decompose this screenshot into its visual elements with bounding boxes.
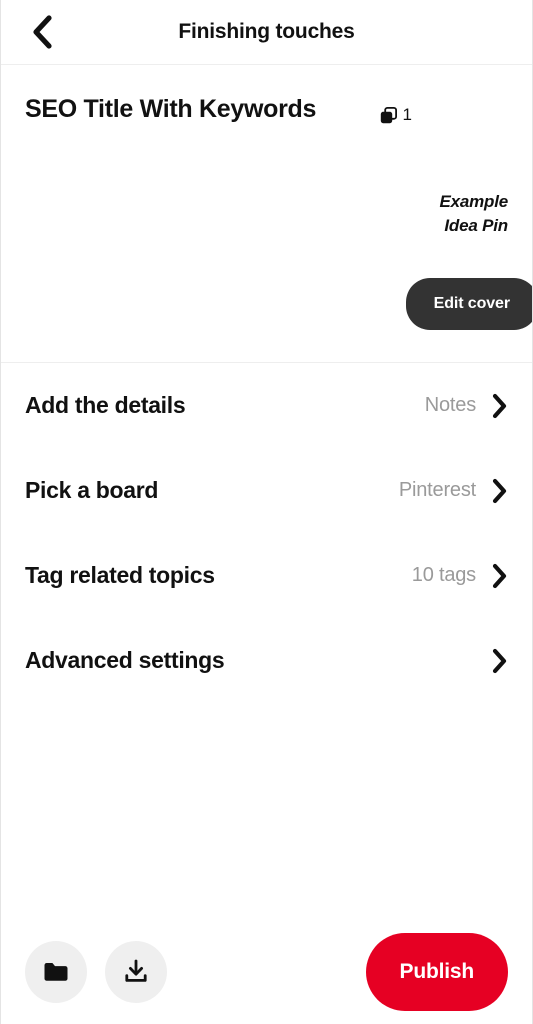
setting-value: Pinterest bbox=[398, 479, 476, 501]
chevron-left-icon bbox=[31, 15, 53, 49]
header-bar: Finishing touches bbox=[1, 0, 532, 65]
chevron-right-icon bbox=[492, 478, 508, 504]
back-button[interactable] bbox=[19, 9, 65, 55]
app-screen: Finishing touches SEO Title With Keyword… bbox=[0, 0, 533, 1024]
setting-value: 10 tags bbox=[411, 564, 476, 586]
setting-row-right: Pinterest bbox=[399, 478, 508, 504]
setting-row-right bbox=[476, 648, 508, 674]
cover-label-line-2: Idea Pin bbox=[444, 216, 508, 236]
publish-button[interactable]: Publish bbox=[365, 933, 508, 1011]
page-count-value: 1 bbox=[402, 105, 412, 124]
setting-label: Tag related topics bbox=[25, 562, 215, 588]
chevron-right-icon bbox=[492, 393, 508, 419]
save-to-folder-button[interactable] bbox=[25, 941, 87, 1003]
pin-title: SEO Title With Keywords bbox=[25, 95, 317, 123]
setting-label: Advanced settings bbox=[25, 647, 225, 673]
chevron-right-icon bbox=[492, 563, 508, 589]
download-icon bbox=[123, 959, 149, 985]
save-draft-button[interactable] bbox=[105, 941, 167, 1003]
page-count: 1 bbox=[380, 105, 412, 125]
setting-value: Notes bbox=[424, 394, 476, 416]
setting-row-add-the-details[interactable]: Add the details Notes bbox=[25, 363, 508, 448]
setting-row-right: 10 tags bbox=[412, 563, 508, 589]
bottom-action-bar: Publish bbox=[1, 920, 532, 1024]
setting-label: Pick a board bbox=[25, 477, 159, 503]
chevron-right-icon bbox=[492, 648, 508, 674]
settings-list: Add the details Notes Pick a board Pinte… bbox=[1, 363, 532, 703]
cover-top-row: SEO Title With Keywords 1 bbox=[25, 93, 508, 126]
folder-icon bbox=[43, 961, 69, 983]
setting-label: Add the details bbox=[25, 392, 186, 418]
cover-section: SEO Title With Keywords 1 Example Idea P… bbox=[1, 65, 532, 363]
cover-preview-label: Example Idea Pin bbox=[439, 190, 508, 238]
cover-label-line-1: Example bbox=[439, 192, 508, 211]
setting-row-tag-related-topics[interactable]: Tag related topics 10 tags bbox=[25, 533, 508, 618]
edit-cover-button[interactable]: Edit cover bbox=[405, 278, 532, 330]
setting-row-pick-a-board[interactable]: Pick a board Pinterest bbox=[25, 448, 508, 533]
setting-row-right: Notes bbox=[425, 393, 508, 419]
setting-row-advanced-settings[interactable]: Advanced settings bbox=[25, 618, 508, 703]
stacked-pages-icon bbox=[380, 106, 397, 124]
page-title: Finishing touches bbox=[178, 20, 355, 43]
